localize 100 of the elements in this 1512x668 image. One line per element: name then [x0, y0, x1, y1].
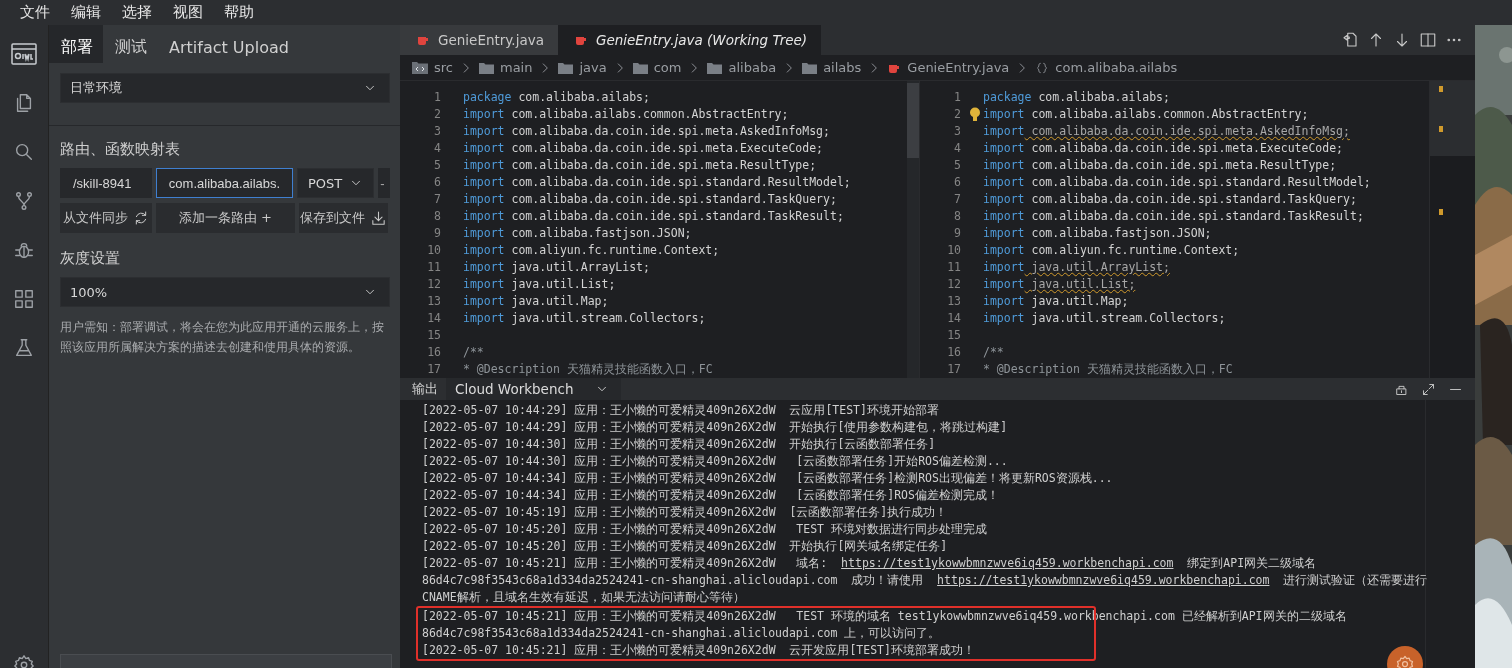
folder-icon: [707, 61, 723, 74]
line-number: 10: [426, 242, 441, 259]
settings-icon: [1395, 654, 1415, 668]
log-link[interactable]: https://test1ykowwbmnzwve6iq459.workbenchapi.com: [841, 556, 1174, 570]
line-number: 9: [433, 225, 441, 242]
method-select[interactable]: POST: [297, 168, 375, 198]
source-control-icon[interactable]: [13, 190, 35, 212]
line-number: 16: [946, 344, 961, 361]
menu-item[interactable]: 帮助: [216, 3, 267, 22]
line-number: 13: [946, 293, 961, 310]
code-comment: /**: [463, 344, 484, 361]
breadcrumb-item[interactable]: com.alibaba.ailabs: [1055, 60, 1178, 75]
code-line: import com.alibaba.da.coin.ide.spi.standard.ResultModel;: [463, 174, 851, 191]
refresh-icon: [133, 210, 149, 226]
line-number: 8: [953, 208, 961, 225]
breadcrumb-item[interactable]: alibaba: [728, 60, 777, 75]
maximize-icon[interactable]: [1421, 381, 1436, 397]
breadcrumb-item[interactable]: src: [434, 60, 453, 75]
output-tab[interactable]: 输出: [400, 380, 446, 398]
line-number: 7: [953, 191, 961, 208]
code-line: import com.alibaba.da.coin.ide.spi.meta.AskedInfoMsg;: [983, 123, 1350, 140]
code-line: import java.util.Map;: [463, 293, 609, 310]
line-number: 12: [426, 276, 441, 293]
breadcrumb-item[interactable]: GenieEntry.java: [907, 60, 1010, 75]
web-ide-icon[interactable]: [11, 43, 37, 65]
panel-tab[interactable]: Artifact Upload: [157, 25, 299, 63]
scrollbar-thumb[interactable]: [907, 83, 919, 158]
code-line: import java.util.List;: [983, 276, 1136, 293]
split-editor-icon[interactable]: [1419, 31, 1437, 49]
code-line: import com.alibaba.da.coin.ide.spi.standard.TaskResult;: [463, 208, 844, 225]
code-line: import java.util.stream.Collectors;: [463, 310, 706, 327]
menu-item[interactable]: 选择: [114, 3, 165, 22]
notice-text: 用户需知：部署调试，将会在您为此应用开通的云服务上，按照该应用所属解决方案的描述去创建和使用具体的资源。: [60, 319, 385, 356]
code-line: import com.aliyun.fc.runtime.Context;: [983, 242, 1240, 259]
panel-tab[interactable]: 部署: [49, 25, 103, 63]
menu-item[interactable]: 文件: [12, 3, 63, 22]
code-line: import com.alibaba.da.coin.ide.spi.meta.AskedInfoMsg;: [463, 123, 830, 140]
channel-select[interactable]: Cloud Workbench: [446, 378, 622, 400]
log-line: [2022-05-07 10:44:30] 应用：王小懒的可爱精灵409n26X2dW 开始执行[云函数部署任务]: [422, 436, 936, 453]
editor-tab[interactable]: GenieEntry.java (Working Tree): [557, 25, 822, 55]
open-file-icon[interactable]: [1341, 31, 1359, 49]
log-line: [2022-05-07 10:44:30] 应用：王小懒的可爱精灵409n26X2dW [云函数部署任务]开始ROS偏差检测...: [422, 453, 1008, 470]
breadcrumb-item[interactable]: main: [500, 60, 533, 75]
braces-icon: [1035, 60, 1050, 75]
line-number: 4: [433, 140, 441, 157]
grid-icon[interactable]: [13, 288, 35, 310]
code-line: import com.alibaba.da.coin.ide.spi.meta.ExecuteCode;: [983, 140, 1344, 157]
flask-icon[interactable]: [13, 337, 35, 359]
remove-button[interactable]: -: [378, 168, 390, 198]
code-line: import com.alibaba.fastjson.JSON;: [463, 225, 692, 242]
line-number: 2: [953, 106, 961, 123]
line-number: 14: [946, 310, 961, 327]
editor-tab[interactable]: GenieEntry.java: [400, 25, 558, 55]
folder-icon: [479, 61, 494, 74]
panel-tab[interactable]: 测试: [103, 25, 157, 63]
sync-button[interactable]: 从文件同步: [60, 203, 152, 233]
line-number: 1: [433, 89, 441, 106]
code-comment: * @Description 天猫精灵技能函数入口，FC: [983, 361, 1233, 378]
log-line: [2022-05-07 10:45:20] 应用：王小懒的可爱精灵409n26X2dW 开始执行[网关域名绑定任务]: [422, 538, 948, 555]
log-line: [2022-05-07 10:45:21] 应用：王小懒的可爱精灵409n26X2dW 云开发应用[TEST]环境部署成功！: [422, 642, 975, 659]
menu-item[interactable]: 视图: [165, 3, 216, 22]
code-line: import java.util.ArrayList;: [983, 259, 1170, 276]
log-line: [2022-05-07 10:45:20] 应用：王小懒的可爱精灵409n26X2dW TEST 环境对数据进行同步处理完成: [422, 521, 987, 538]
line-number: 9: [953, 225, 961, 242]
code-line: import com.alibaba.ailabs.common.AbstractEntry;: [983, 106, 1309, 123]
line-number: 11: [426, 259, 441, 276]
code-line: import com.alibaba.da.coin.ide.spi.meta.ResultType;: [983, 157, 1337, 174]
breadcrumb-item[interactable]: com: [653, 60, 682, 75]
log-line: CNAME解析，且域名生效有延迟，如果无法访问请耐心等待）: [422, 589, 745, 606]
code-line: import com.alibaba.da.coin.ide.spi.standard.ResultModel;: [983, 174, 1371, 191]
folder-icon: [802, 61, 818, 74]
code-folder-icon: [412, 61, 428, 74]
save-button[interactable]: 保存到文件: [299, 203, 388, 233]
path-field[interactable]: /skill-8941: [60, 168, 152, 198]
code-line: import com.alibaba.fastjson.JSON;: [983, 225, 1212, 242]
breadcrumb-item[interactable]: ailabs: [823, 60, 862, 75]
add-button[interactable]: 添加一条路由 +: [156, 203, 295, 233]
percentage-select[interactable]: 100%: [60, 277, 390, 307]
line-number: 8: [433, 208, 441, 225]
code-line: import com.alibaba.ailabs.common.AbstractEntry;: [463, 106, 789, 123]
handler-field[interactable]: com.alibaba.ailabs.: [155, 168, 293, 198]
line-number: 7: [433, 191, 441, 208]
log-link[interactable]: https://test1ykowwbmnzwve6iq459.workbenchapi.com: [937, 573, 1270, 587]
log-line: 86d4c7c98f3543c68a1d334da2524241-cn-shanghai.alicloudapi.com 成功！请使用 https://test1ykowwbmnzwve6iq459.workbenchapi.com 进行测试验证（还需要进行: [422, 572, 1428, 589]
code-line: import java.util.ArrayList;: [463, 259, 650, 276]
code-line: import java.util.stream.Collectors;: [983, 310, 1226, 327]
breadcrumb-item[interactable]: java: [579, 60, 607, 75]
environment-select[interactable]: 日常环境: [60, 73, 390, 103]
lightbulb-icon[interactable]: [969, 107, 981, 122]
code-line: import com.alibaba.da.coin.ide.spi.standard.TaskQuery;: [463, 191, 837, 208]
line-number: 6: [953, 174, 961, 191]
code-line: import com.aliyun.fc.runtime.Context;: [463, 242, 720, 259]
menu-item[interactable]: 编辑: [63, 3, 114, 22]
log-line: [2022-05-07 10:45:21] 应用：王小懒的可爱精灵409n26X2dW 域名: https://test1ykowwbmnzwve6iq459.workbenchapi.com 绑定到API网关二级域名: [422, 555, 1317, 572]
line-number: 17: [426, 361, 441, 378]
line-number: 17: [946, 361, 961, 378]
search-icon[interactable]: [13, 141, 35, 163]
line-number: 12: [946, 276, 961, 293]
code-line: import com.alibaba.da.coin.ide.spi.standard.TaskQuery;: [983, 191, 1357, 208]
code-line: import com.alibaba.da.coin.ide.spi.meta.ExecuteCode;: [463, 140, 824, 157]
